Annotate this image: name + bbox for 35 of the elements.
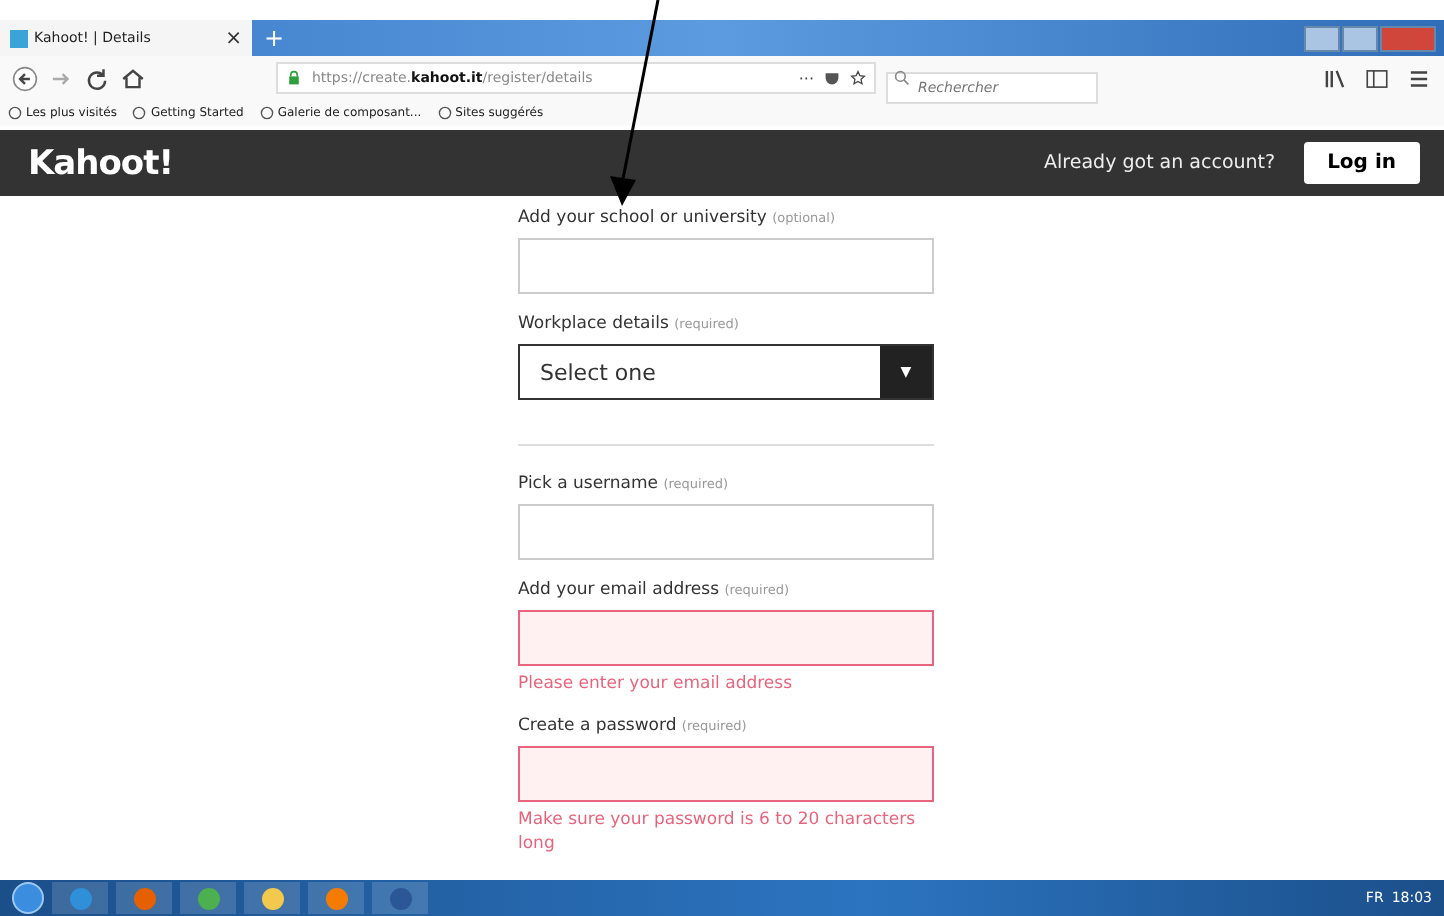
- menu-icon[interactable]: [1406, 65, 1432, 91]
- taskbar-app-button[interactable]: [372, 882, 428, 914]
- login-button[interactable]: Log in: [1303, 142, 1420, 184]
- globe-icon: [259, 106, 274, 120]
- account-prompt: Already got an account?: [1044, 152, 1276, 174]
- star-icon[interactable]: [850, 70, 866, 86]
- page-actions-button[interactable]: ···: [798, 69, 814, 87]
- globe-icon: [132, 106, 147, 120]
- close-tab-button[interactable]: ×: [225, 27, 242, 49]
- taskbar-app-button[interactable]: [116, 882, 172, 914]
- lock-icon: [286, 70, 302, 86]
- error-message: Make sure your password is 6 to 20 characters long: [518, 810, 918, 857]
- sidebar-icon[interactable]: [1364, 65, 1390, 91]
- library-icon[interactable]: [1322, 65, 1348, 91]
- taskbar-app-button[interactable]: [244, 882, 300, 914]
- maximize-icon[interactable]: [1342, 25, 1378, 51]
- error-message: Please enter your email address: [518, 674, 795, 697]
- globe-icon: [437, 106, 452, 120]
- start-button[interactable]: [12, 882, 44, 914]
- search-icon: [894, 70, 910, 86]
- input-field[interactable]: [518, 238, 934, 294]
- taskbar-app-button[interactable]: [180, 882, 236, 914]
- pocket-icon[interactable]: [824, 70, 840, 86]
- kahoot-logo[interactable]: Kahoot!: [28, 143, 173, 183]
- back-icon[interactable]: [12, 65, 38, 91]
- favicon-icon: [10, 29, 28, 47]
- new-tab-button[interactable]: +: [264, 24, 285, 52]
- home-icon[interactable]: [120, 65, 146, 91]
- reload-icon[interactable]: [84, 65, 110, 91]
- input-field[interactable]: [518, 610, 934, 666]
- globe-icon: [8, 106, 22, 120]
- input-field[interactable]: [518, 746, 934, 803]
- minimize-icon[interactable]: [1304, 25, 1340, 51]
- taskbar-app-button[interactable]: [308, 882, 364, 914]
- input-field[interactable]: [518, 504, 934, 560]
